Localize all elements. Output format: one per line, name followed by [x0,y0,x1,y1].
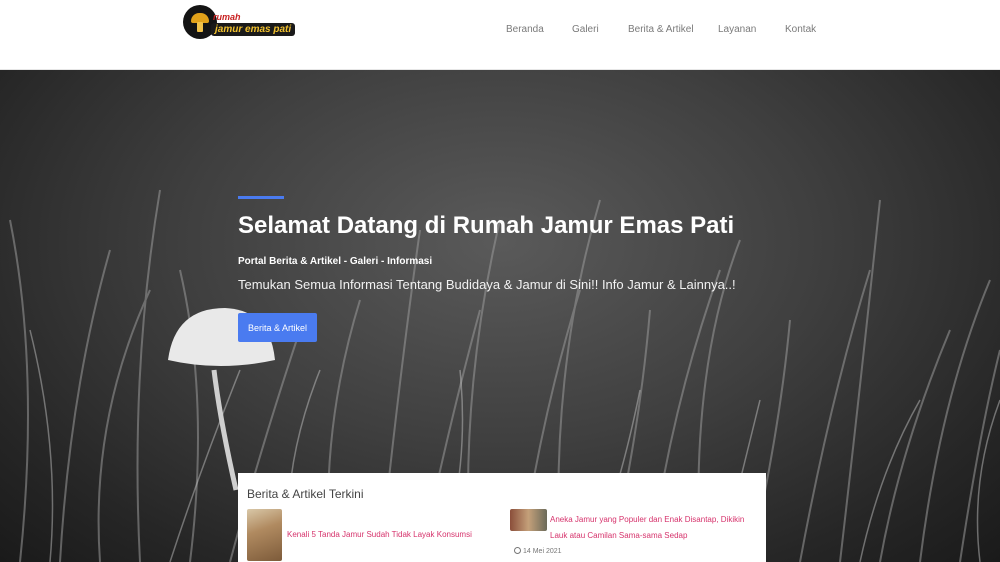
news-thumbnail[interactable] [510,509,547,531]
nav-layanan[interactable]: Layanan [718,24,756,35]
news-thumbnail[interactable] [247,509,282,561]
news-date-text: 14 Mei 2021 [523,548,562,555]
news-item[interactable]: Aneka Jamur yang Populer dan Enak Disant… [510,509,760,559]
berita-artikel-button[interactable]: Berita & Artikel [238,313,317,342]
news-link[interactable]: Aneka Jamur yang Populer dan Enak Disant… [550,512,760,544]
logo[interactable]: rumah jamur emas pati [183,3,301,43]
nav-berita-artikel[interactable]: Berita & Artikel [628,24,694,35]
title-accent-bar [238,196,284,199]
logo-text-main: jamur emas pati [211,23,296,36]
nav-kontak[interactable]: Kontak [785,24,816,35]
news-item[interactable]: Kenali 5 Tanda Jamur Sudah Tidak Layak K… [247,509,497,561]
news-date: 14 Mei 2021 [514,547,562,555]
hero-title: Selamat Datang di Rumah Jamur Emas Pati [238,212,735,239]
latest-news-heading: Berita & Artikel Terkini [247,487,364,501]
nav-galeri[interactable]: Galeri [572,24,599,35]
news-link[interactable]: Kenali 5 Tanda Jamur Sudah Tidak Layak K… [287,527,472,543]
latest-news-panel: Berita & Artikel Terkini Kenali 5 Tanda … [238,473,766,562]
nav-beranda[interactable]: Beranda [506,24,544,35]
navbar: rumah jamur emas pati Beranda Galeri Ber… [0,0,1000,70]
hero-description: Temukan Semua Informasi Tentang Budidaya… [238,277,736,292]
hero-subtitle: Portal Berita & Artikel - Galeri - Infor… [238,256,433,267]
logo-text-small: rumah [213,12,241,22]
clock-icon [514,547,521,554]
